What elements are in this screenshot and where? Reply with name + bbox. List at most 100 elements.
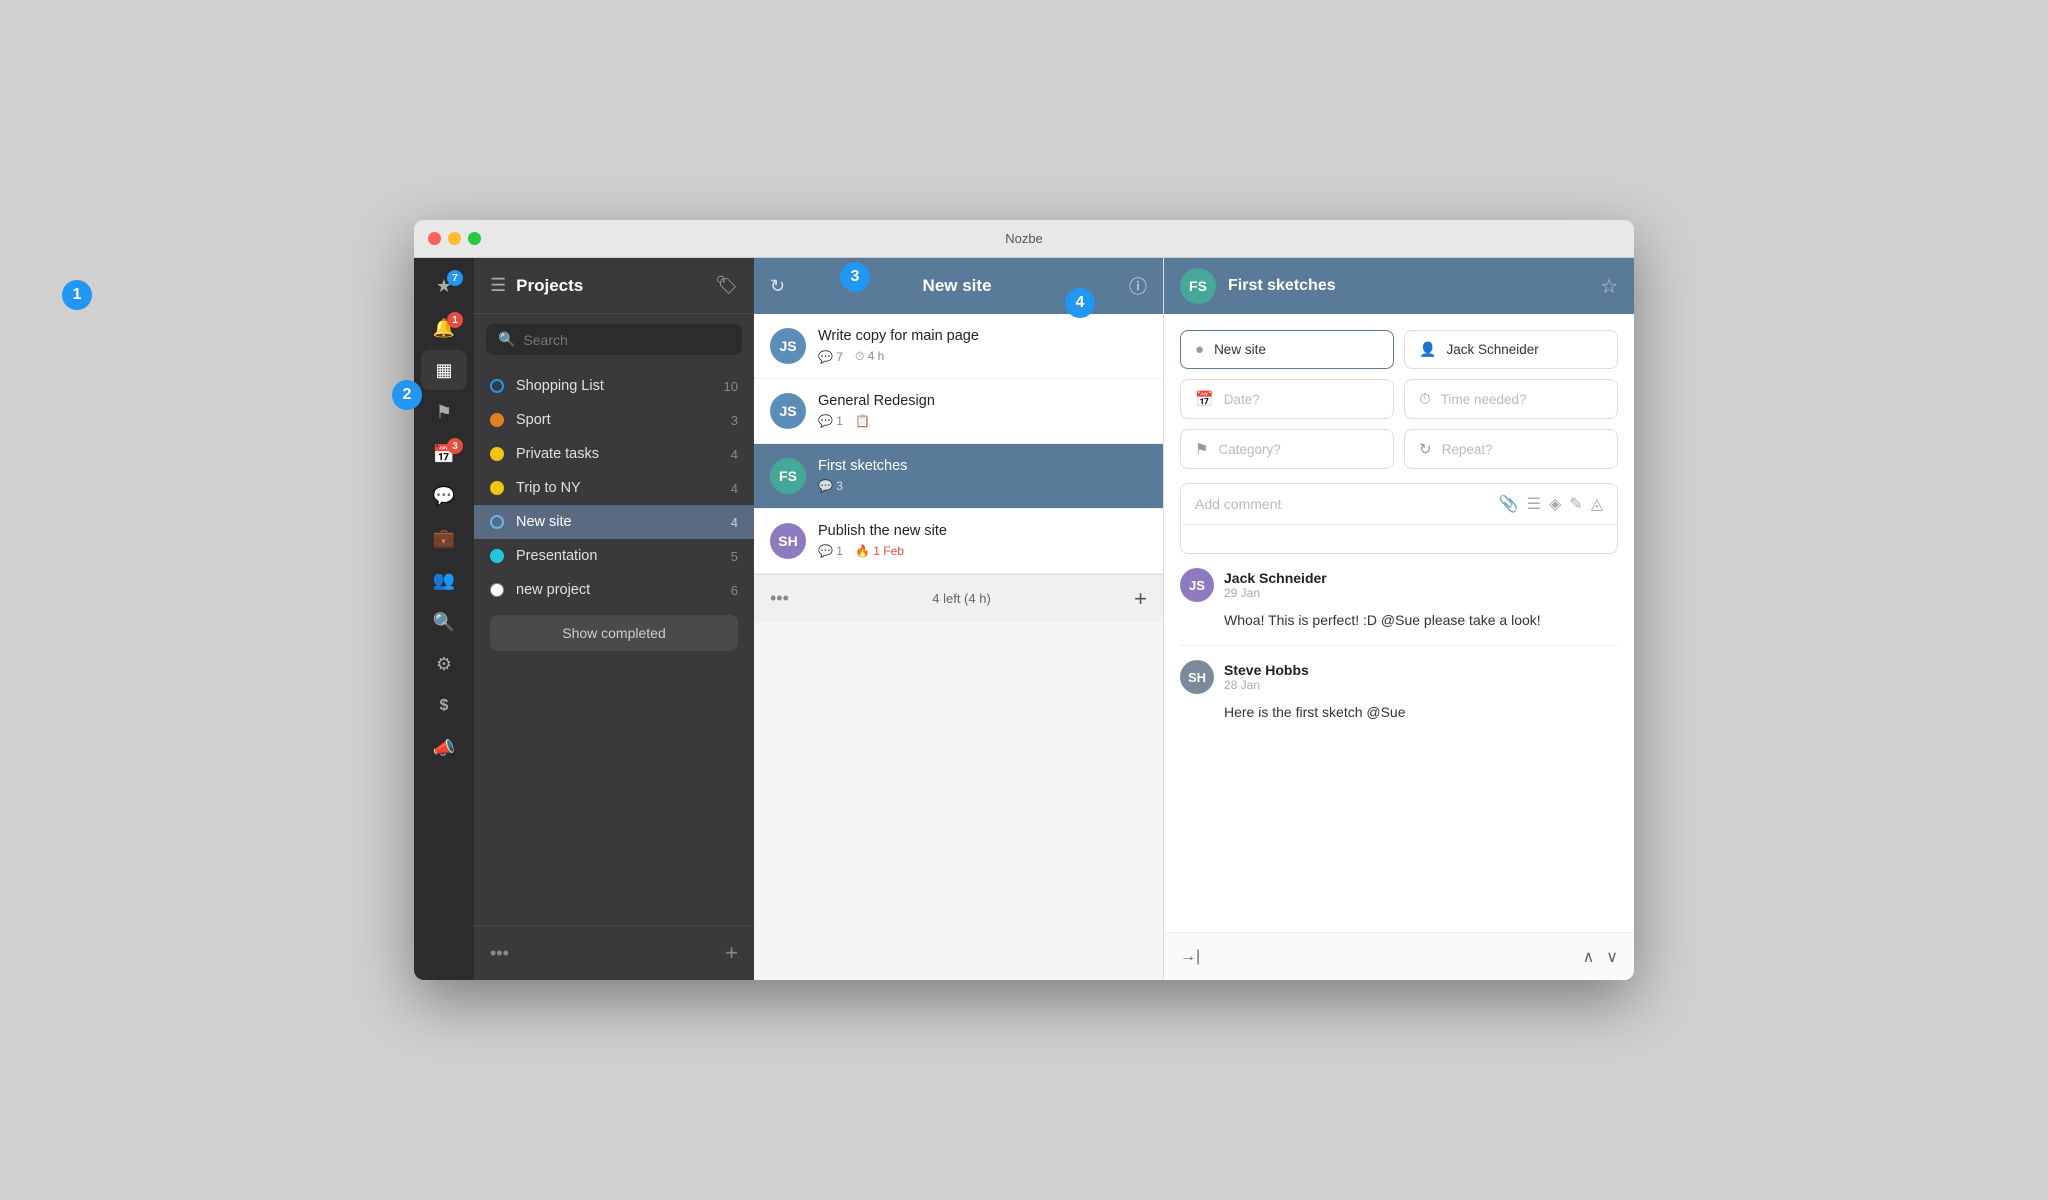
task-item-first-sketches[interactable]: FS First sketches 💬 3 (754, 444, 1163, 509)
task-item-publish-site[interactable]: SH Publish the new site 💬 1 🔥 1 Feb (754, 509, 1163, 574)
sidebar-item-team[interactable]: 👥 (421, 560, 467, 600)
project-count-new-project: 6 (731, 583, 738, 598)
projects-panel-title: Projects (516, 276, 583, 296)
task-title-3: First sketches (818, 458, 1147, 474)
projects-footer: ••• + (474, 925, 754, 980)
comment-input-area: Add comment 📎 ☰ ◈ ✎ ◬ (1180, 483, 1618, 554)
detail-field-project[interactable]: ● New site (1180, 330, 1394, 369)
detail-field-assignee[interactable]: 👤 Jack Schneider (1404, 330, 1618, 369)
comment-author-2: Steve Hobbs (1224, 662, 1309, 678)
detail-field-time[interactable]: ⏱ Time needed? (1404, 379, 1618, 419)
project-item-new-site[interactable]: New site 4 (474, 505, 754, 539)
sidebar-item-flags[interactable]: ⚑ (421, 392, 467, 432)
detail-field-repeat[interactable]: ↻ Repeat? (1404, 429, 1618, 469)
project-item-shopping-list[interactable]: Shopping List 10 (474, 369, 754, 403)
project-name-private-tasks: Private tasks (516, 446, 719, 462)
checklist-icon[interactable]: ☰ (1527, 494, 1541, 514)
project-item-trip-to-ny[interactable]: Trip to NY 4 (474, 471, 754, 505)
task-content-2: General Redesign 💬 1 📋 (818, 393, 1147, 428)
sidebar-item-settings[interactable]: ⚙ (421, 644, 467, 684)
projects-more-button[interactable]: ••• (490, 943, 509, 964)
detail-category-placeholder: Category? (1218, 442, 1280, 457)
team-icon: 👥 (433, 570, 455, 591)
person-icon: 👤 (1419, 341, 1436, 358)
sidebar-item-announcements[interactable]: 📣 (421, 728, 467, 768)
projects-search-input[interactable] (523, 332, 730, 348)
dollar-icon: $ (440, 697, 449, 715)
tasks-add-button[interactable]: + (1134, 586, 1147, 612)
detail-field-category[interactable]: ⚑ Category? (1180, 429, 1394, 469)
detail-field-date[interactable]: 📅 Date? (1180, 379, 1394, 419)
projects-list-icon: ☰ (490, 275, 506, 296)
tag-icon[interactable]: 🏷 (715, 275, 738, 296)
refresh-icon[interactable]: ↻ (770, 276, 785, 297)
project-count-new-site: 4 (731, 515, 738, 530)
detail-assignee-value: Jack Schneider (1446, 342, 1538, 357)
task-avatar-4: SH (770, 523, 806, 559)
tasks-footer: ••• 4 left (4 h) + (754, 574, 1163, 622)
repeat-icon: ↻ (1419, 440, 1432, 458)
project-name-shopping-list: Shopping List (516, 378, 712, 394)
minimize-button[interactable] (448, 232, 461, 245)
calendar-field-icon: 📅 (1195, 390, 1214, 408)
comment-date-1: 29 Jan (1224, 586, 1327, 600)
sidebar-item-search[interactable]: 🔍 (421, 602, 467, 642)
evernote-icon[interactable]: ✎ (1569, 494, 1582, 514)
attachment-icon[interactable]: 📎 (1499, 494, 1519, 514)
project-item-presentation[interactable]: Presentation 5 (474, 539, 754, 573)
tasks-more-button[interactable]: ••• (770, 588, 789, 609)
clock-icon: ⏱ (1419, 391, 1431, 408)
detail-panel: FS First sketches ☆ ● New site 👤 Jack Sc… (1164, 258, 1634, 980)
task-due-date-4: 🔥 1 Feb (855, 544, 904, 558)
task-meta-1: 💬 7 ⏱ 4 h (818, 349, 1147, 364)
tasks-panel: ↻ New site ⓘ JS Write copy for main page… (754, 258, 1164, 980)
task-comments-2: 💬 1 (818, 414, 843, 428)
sidebar-item-billing[interactable]: $ (421, 686, 467, 726)
close-button[interactable] (428, 232, 441, 245)
sidebar-item-calendar[interactable]: 📅 3 (421, 434, 467, 474)
detail-project-value: New site (1214, 342, 1266, 357)
sidebar-item-projects[interactable]: ▦ (421, 350, 467, 390)
comment-text-1: Whoa! This is perfect! :D @Sue please ta… (1180, 610, 1618, 631)
app-title: Nozbe (1005, 231, 1043, 246)
gdrive-icon[interactable]: ◬ (1591, 494, 1603, 514)
comment-placeholder-text[interactable]: Add comment (1195, 496, 1489, 512)
search-box[interactable]: 🔍 (486, 324, 742, 355)
sidebar-item-favorites[interactable]: ★ 7 (421, 266, 467, 306)
task-title-2: General Redesign (818, 393, 1147, 409)
detail-expand-button[interactable]: →| (1180, 948, 1200, 966)
info-icon[interactable]: ⓘ (1129, 273, 1147, 299)
detail-next-button[interactable]: ∨ (1606, 947, 1618, 967)
comment-input-row: Add comment 📎 ☰ ◈ ✎ ◬ (1181, 484, 1617, 524)
task-comments-3: 💬 3 (818, 479, 843, 493)
task-meta-4: 💬 1 🔥 1 Feb (818, 544, 1147, 558)
detail-star-button[interactable]: ☆ (1600, 274, 1618, 299)
dropbox-icon[interactable]: ◈ (1549, 494, 1561, 514)
icon-sidebar: ★ 7 🔔 1 ▦ ⚑ 📅 3 💬 (414, 258, 474, 980)
sidebar-item-notifications[interactable]: 🔔 1 (421, 308, 467, 348)
sidebar-item-briefcase[interactable]: 💼 (421, 518, 467, 558)
comment-date-2: 28 Jan (1224, 678, 1309, 692)
detail-prev-button[interactable]: ∧ (1583, 947, 1595, 967)
project-dot-sport (490, 413, 504, 427)
project-item-sport[interactable]: Sport 3 (474, 403, 754, 437)
search-icon-small: 🔍 (498, 331, 515, 348)
project-item-private-tasks[interactable]: Private tasks 4 (474, 437, 754, 471)
project-count-trip-to-ny: 4 (731, 481, 738, 496)
tutorial-badge-2: 2 (392, 380, 422, 410)
fullscreen-button[interactable] (468, 232, 481, 245)
project-name-sport: Sport (516, 412, 719, 428)
project-count-private-tasks: 4 (731, 447, 738, 462)
calendar-badge: 3 (447, 438, 463, 454)
task-item-write-copy[interactable]: JS Write copy for main page 💬 7 ⏱ 4 h (754, 314, 1163, 379)
task-title-4: Publish the new site (818, 523, 1147, 539)
megaphone-icon: 📣 (433, 738, 455, 759)
notifications-badge: 1 (447, 312, 463, 328)
task-item-general-redesign[interactable]: JS General Redesign 💬 1 📋 (754, 379, 1163, 444)
projects-add-button[interactable]: + (725, 940, 738, 966)
show-completed-button[interactable]: Show completed (490, 615, 738, 651)
detail-header: FS First sketches ☆ (1164, 258, 1634, 314)
project-item-new-project[interactable]: new project 6 (474, 573, 754, 607)
sidebar-item-chat[interactable]: 💬 (421, 476, 467, 516)
task-content-1: Write copy for main page 💬 7 ⏱ 4 h (818, 328, 1147, 364)
